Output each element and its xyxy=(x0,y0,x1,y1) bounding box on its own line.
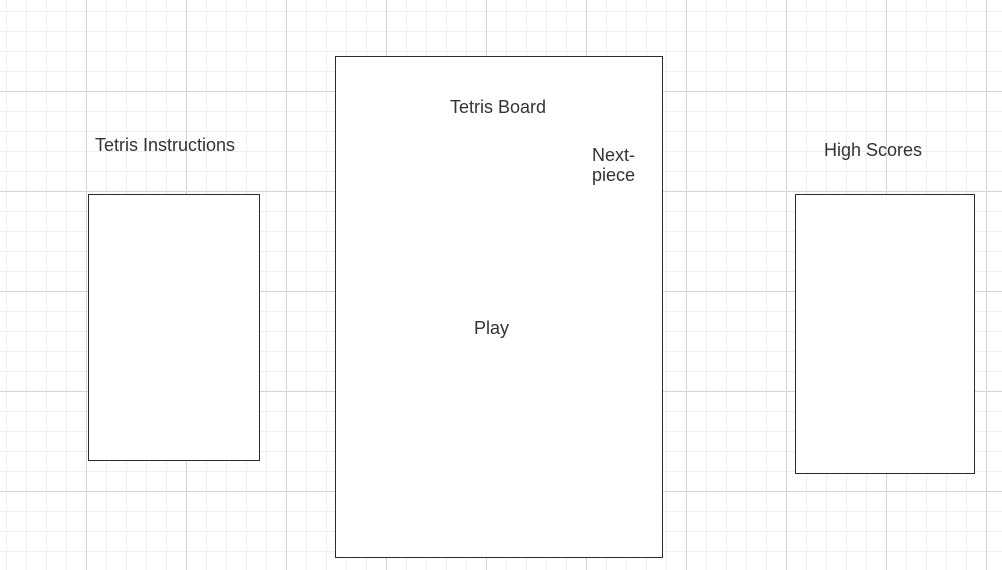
high-scores-panel xyxy=(795,194,975,474)
instructions-label: Tetris Instructions xyxy=(95,135,236,155)
next-piece-label: Next-piece xyxy=(592,145,636,185)
tetris-board-panel xyxy=(335,56,663,558)
instructions-panel xyxy=(88,194,260,461)
high-scores-label: High Scores xyxy=(824,140,923,160)
play-label: Play xyxy=(474,318,510,338)
tetris-board-label: Tetris Board xyxy=(450,97,547,117)
